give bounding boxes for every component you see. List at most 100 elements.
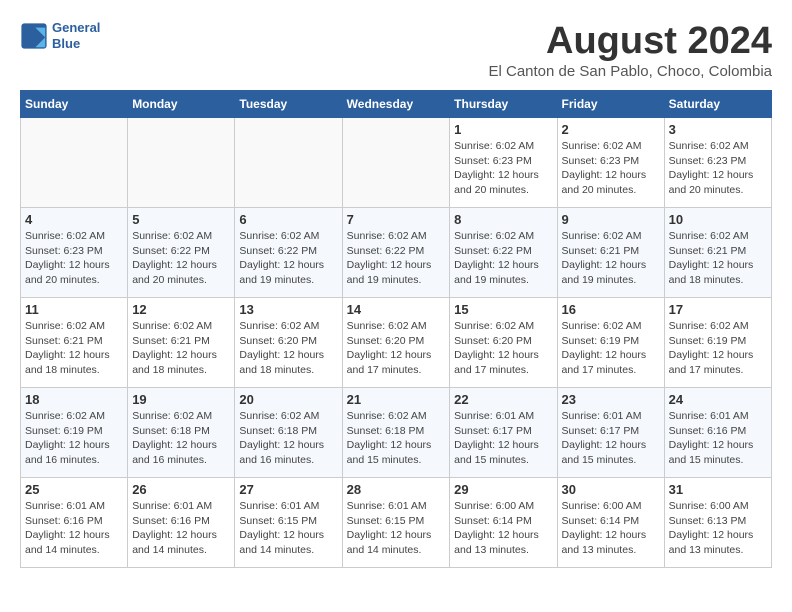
weekday-header-row: SundayMondayTuesdayWednesdayThursdayFrid… [21,91,772,118]
day-number: 22 [454,392,552,407]
calendar-cell: 25 Sunrise: 6:01 AM Sunset: 6:16 PM Dayli… [21,478,128,568]
day-info: Sunrise: 6:02 AM Sunset: 6:19 PM Dayligh… [562,319,660,378]
calendar-cell: 15Sunrise: 6:02 AM Sunset: 6:20 PM Dayli… [450,298,557,388]
day-number: 21 [347,392,446,407]
day-number: 26 [132,482,230,497]
day-info: Sunrise: 6:01 AM Sunset: 6:16 PM Dayligh… [25,499,123,558]
day-info: Sunrise: 6:02 AM Sunset: 6:19 PM Dayligh… [669,319,767,378]
day-info: Sunrise: 6:02 AM Sunset: 6:23 PM Dayligh… [669,139,767,198]
calendar-cell: 4 Sunrise: 6:02 AM Sunset: 6:23 PM Daylig… [21,208,128,298]
calendar-cell: 1 Sunrise: 6:02 AM Sunset: 6:23 PM Daylig… [450,118,557,208]
calendar-cell: 18 Sunrise: 6:02 AM Sunset: 6:19 PM Dayli… [21,388,128,478]
logo-text: General Blue [52,20,100,51]
day-number: 1 [454,122,552,137]
day-info: Sunrise: 6:02 AM Sunset: 6:18 PM Dayligh… [239,409,337,468]
calendar-cell: 19 Sunrise: 6:02 AM Sunset: 6:18 PM Dayli… [128,388,235,478]
logo-icon [20,22,48,50]
day-number: 6 [239,212,337,227]
day-number: 31 [669,482,767,497]
day-number: 4 [25,212,123,227]
day-info: Sunrise: 6:01 AM Sunset: 6:16 PM Dayligh… [132,499,230,558]
logo-line1: General [52,20,100,36]
day-info: Sunrise: 6:01 AM Sunset: 6:15 PM Dayligh… [239,499,337,558]
weekday-header-monday: Monday [128,91,235,118]
calendar-week-row: 11 Sunrise: 6:02 AM Sunset: 6:21 PM Dayli… [21,298,772,388]
calendar-cell: 21 Sunrise: 6:02 AM Sunset: 6:18 PM Dayli… [342,388,450,478]
day-number: 29 [454,482,552,497]
day-info: Sunrise: 6:02 AM Sunset: 6:22 PM Dayligh… [132,229,230,288]
logo-line2: Blue [52,36,100,52]
day-number: 30 [562,482,660,497]
day-number: 13 [239,302,337,317]
day-info: Sunrise: 6:02 AM Sunset: 6:21 PM Dayligh… [132,319,230,378]
calendar-week-row: 18 Sunrise: 6:02 AM Sunset: 6:19 PM Dayli… [21,388,772,478]
calendar-cell: 9 Sunrise: 6:02 AM Sunset: 6:21 PM Daylig… [557,208,664,298]
day-info: Sunrise: 6:02 AM Sunset: 6:21 PM Dayligh… [669,229,767,288]
calendar-cell: 7 Sunrise: 6:02 AM Sunset: 6:22 PM Daylig… [342,208,450,298]
day-info: Sunrise: 6:01 AM Sunset: 6:15 PM Dayligh… [347,499,446,558]
day-number: 11 [25,302,123,317]
day-number: 16 [562,302,660,317]
day-number: 18 [25,392,123,407]
day-info: Sunrise: 6:01 AM Sunset: 6:17 PM Dayligh… [454,409,552,468]
calendar-cell: 13Sunrise: 6:02 AM Sunset: 6:20 PM Dayli… [235,298,342,388]
day-info: Sunrise: 6:02 AM Sunset: 6:19 PM Dayligh… [25,409,123,468]
day-number: 23 [562,392,660,407]
calendar-table: SundayMondayTuesdayWednesdayThursdayFrid… [20,90,772,568]
title-area: August 2024 El Canton de San Pablo, Choc… [488,20,772,80]
calendar-cell: 22 Sunrise: 6:01 AM Sunset: 6:17 PM Dayli… [450,388,557,478]
calendar-cell: 23 Sunrise: 6:01 AM Sunset: 6:17 PM Dayli… [557,388,664,478]
calendar-cell: 6 Sunrise: 6:02 AM Sunset: 6:22 PM Daylig… [235,208,342,298]
day-info: Sunrise: 6:02 AM Sunset: 6:23 PM Dayligh… [562,139,660,198]
calendar-week-row: 25 Sunrise: 6:01 AM Sunset: 6:16 PM Dayli… [21,478,772,568]
calendar-cell: 12 Sunrise: 6:02 AM Sunset: 6:21 PM Dayli… [128,298,235,388]
day-number: 25 [25,482,123,497]
day-info: Sunrise: 6:02 AM Sunset: 6:20 PM Dayligh… [347,319,446,378]
calendar-cell: 5 Sunrise: 6:02 AM Sunset: 6:22 PM Daylig… [128,208,235,298]
day-number: 3 [669,122,767,137]
calendar-cell: 10Sunrise: 6:02 AM Sunset: 6:21 PM Dayli… [664,208,771,298]
calendar-cell: 27Sunrise: 6:01 AM Sunset: 6:15 PM Dayli… [235,478,342,568]
day-info: Sunrise: 6:02 AM Sunset: 6:18 PM Dayligh… [132,409,230,468]
calendar-cell: 28 Sunrise: 6:01 AM Sunset: 6:15 PM Dayli… [342,478,450,568]
day-info: Sunrise: 6:01 AM Sunset: 6:17 PM Dayligh… [562,409,660,468]
day-info: Sunrise: 6:02 AM Sunset: 6:21 PM Dayligh… [562,229,660,288]
calendar-week-row: 1 Sunrise: 6:02 AM Sunset: 6:23 PM Daylig… [21,118,772,208]
day-number: 28 [347,482,446,497]
weekday-header-thursday: Thursday [450,91,557,118]
calendar-cell: 16 Sunrise: 6:02 AM Sunset: 6:19 PM Dayli… [557,298,664,388]
weekday-header-wednesday: Wednesday [342,91,450,118]
day-info: Sunrise: 6:02 AM Sunset: 6:23 PM Dayligh… [25,229,123,288]
day-number: 9 [562,212,660,227]
day-info: Sunrise: 6:00 AM Sunset: 6:14 PM Dayligh… [562,499,660,558]
calendar-cell [128,118,235,208]
day-info: Sunrise: 6:02 AM Sunset: 6:22 PM Dayligh… [347,229,446,288]
day-info: Sunrise: 6:01 AM Sunset: 6:16 PM Dayligh… [669,409,767,468]
calendar-cell: 2Sunrise: 6:02 AM Sunset: 6:23 PM Daylig… [557,118,664,208]
day-info: Sunrise: 6:02 AM Sunset: 6:22 PM Dayligh… [239,229,337,288]
page-header: General Blue August 2024 El Canton de Sa… [20,20,772,80]
day-number: 19 [132,392,230,407]
calendar-cell: 8Sunrise: 6:02 AM Sunset: 6:22 PM Daylig… [450,208,557,298]
day-info: Sunrise: 6:02 AM Sunset: 6:18 PM Dayligh… [347,409,446,468]
calendar-cell: 17 Sunrise: 6:02 AM Sunset: 6:19 PM Dayli… [664,298,771,388]
calendar-cell: 29Sunrise: 6:00 AM Sunset: 6:14 PM Dayli… [450,478,557,568]
calendar-cell: 24 Sunrise: 6:01 AM Sunset: 6:16 PM Dayli… [664,388,771,478]
month-title: August 2024 [488,20,772,63]
day-number: 12 [132,302,230,317]
day-number: 20 [239,392,337,407]
day-number: 14 [347,302,446,317]
day-info: Sunrise: 6:02 AM Sunset: 6:21 PM Dayligh… [25,319,123,378]
calendar-cell: 26 Sunrise: 6:01 AM Sunset: 6:16 PM Dayli… [128,478,235,568]
day-number: 15 [454,302,552,317]
day-number: 5 [132,212,230,227]
day-number: 8 [454,212,552,227]
calendar-cell [21,118,128,208]
day-info: Sunrise: 6:02 AM Sunset: 6:23 PM Dayligh… [454,139,552,198]
calendar-cell: 14 Sunrise: 6:02 AM Sunset: 6:20 PM Dayli… [342,298,450,388]
day-number: 7 [347,212,446,227]
day-number: 17 [669,302,767,317]
calendar-week-row: 4 Sunrise: 6:02 AM Sunset: 6:23 PM Daylig… [21,208,772,298]
calendar-cell: 20 Sunrise: 6:02 AM Sunset: 6:18 PM Dayli… [235,388,342,478]
day-number: 24 [669,392,767,407]
